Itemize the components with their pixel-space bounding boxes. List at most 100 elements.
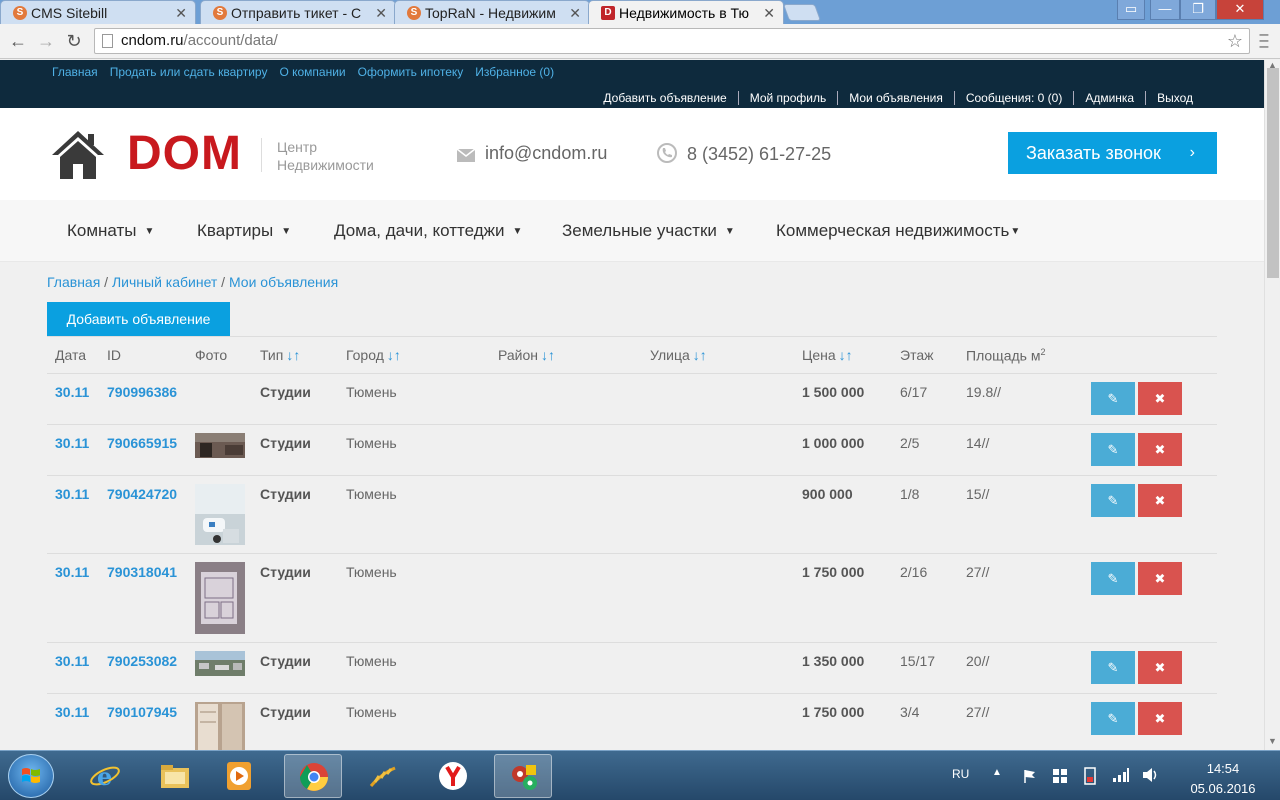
row-date[interactable]: 30.11 (55, 486, 89, 502)
listing-photo[interactable] (195, 433, 245, 458)
taskbar-chrome[interactable] (284, 754, 342, 798)
edit-button[interactable]: ✎ (1091, 651, 1135, 684)
listing-photo[interactable] (195, 702, 245, 750)
add-listing-button[interactable]: Добавить объявление (47, 302, 230, 336)
user-link-logout[interactable]: Выход (1145, 91, 1204, 105)
row-id[interactable]: 790318041 (107, 564, 177, 580)
delete-button[interactable]: ✖ (1138, 562, 1182, 595)
windows-update-icon[interactable] (1052, 768, 1068, 784)
row-city: Тюмень (346, 564, 397, 580)
taskbar-app-wheat[interactable] (354, 754, 412, 798)
taskbar-internet-explorer[interactable]: e (76, 754, 134, 798)
sitebill-favicon-icon: S (13, 6, 27, 20)
page-scrollbar[interactable]: ▲ ▼ (1264, 60, 1280, 750)
edit-button[interactable]: ✎ (1091, 702, 1135, 735)
column-header-date: Дата (55, 347, 87, 363)
user-link-add-listing[interactable]: Добавить объявление (592, 91, 737, 105)
delete-button[interactable]: ✖ (1138, 382, 1182, 415)
row-date[interactable]: 30.11 (55, 435, 89, 451)
sort-arrows-icon[interactable]: ↓↑ (839, 347, 853, 363)
row-id[interactable]: 790996386 (107, 384, 177, 400)
sort-arrows-icon[interactable]: ↓↑ (286, 347, 300, 363)
browser-tab[interactable]: S CMS Sitebill ✕ (0, 0, 196, 24)
browser-menu-icon[interactable]: – – – (1256, 27, 1272, 55)
listing-photo[interactable] (195, 651, 245, 676)
top-link-home[interactable]: Главная (52, 65, 98, 79)
user-link-my-listings[interactable]: Мои объявления (837, 91, 954, 105)
row-floor: 1/8 (900, 486, 920, 502)
top-link-favorites[interactable]: Избранное (0) (475, 65, 554, 79)
sort-arrows-icon[interactable]: ↓↑ (693, 347, 707, 363)
close-tab-icon[interactable]: ✕ (763, 1, 775, 24)
breadcrumb-home[interactable]: Главная (47, 274, 100, 290)
delete-button[interactable]: ✖ (1138, 433, 1182, 466)
row-date[interactable]: 30.11 (55, 384, 89, 400)
breadcrumb-account[interactable]: Личный кабинет (112, 274, 217, 290)
close-tab-icon[interactable]: ✕ (175, 1, 187, 24)
user-link-admin[interactable]: Админка (1073, 91, 1146, 105)
minimize-button[interactable]: — (1150, 0, 1180, 20)
address-bar[interactable]: cndom.ru/account/data/ ☆ (94, 28, 1250, 54)
order-call-button[interactable]: Заказать звонок › (1008, 132, 1217, 174)
close-window-button[interactable]: ✕ (1216, 0, 1264, 20)
battery-icon[interactable] (1082, 766, 1098, 786)
browser-tab[interactable]: S TopRaN - Недвижим ✕ (394, 0, 590, 24)
clock[interactable]: 14:54 05.06.2016 (1178, 759, 1268, 799)
bookmark-star-icon[interactable]: ☆ (1227, 29, 1243, 53)
top-link-mortgage[interactable]: Оформить ипотеку (358, 65, 464, 79)
row-date[interactable]: 30.11 (55, 704, 89, 720)
user-link-profile[interactable]: Мой профиль (737, 91, 838, 105)
edit-button[interactable]: ✎ (1091, 484, 1135, 517)
delete-button[interactable]: ✖ (1138, 484, 1182, 517)
volume-icon[interactable] (1142, 767, 1160, 783)
nav-item-houses[interactable]: Дома, дачи, коттеджи ▼ (334, 200, 522, 262)
edit-button[interactable]: ✎ (1091, 562, 1135, 595)
reload-icon[interactable]: ↻ (62, 29, 86, 53)
house-logo-icon[interactable] (52, 131, 104, 179)
row-date[interactable]: 30.11 (55, 564, 89, 580)
scroll-down-arrow-icon[interactable]: ▼ (1268, 736, 1277, 746)
browser-tab-active[interactable]: D Недвижимость в Тю ✕ (588, 0, 784, 24)
close-tab-icon[interactable]: ✕ (375, 1, 387, 24)
maximize-button[interactable]: ❐ (1180, 0, 1216, 20)
start-button[interactable] (8, 754, 54, 798)
nav-item-land[interactable]: Земельные участки ▼ (562, 200, 735, 262)
taskbar-settings-app[interactable] (494, 754, 552, 798)
nav-item-apartments[interactable]: Квартиры ▼ (197, 200, 291, 262)
taskbar-media-player[interactable] (210, 754, 268, 798)
row-id[interactable]: 790107945 (107, 704, 177, 720)
listing-photo[interactable] (195, 562, 245, 634)
row-date[interactable]: 30.11 (55, 653, 89, 669)
new-tab-button[interactable] (782, 4, 822, 21)
row-id[interactable]: 790253082 (107, 653, 177, 669)
taskbar-yandex[interactable] (424, 754, 482, 798)
logo-text[interactable]: DOM (127, 126, 242, 181)
listing-photo[interactable] (195, 484, 245, 545)
breadcrumb-my-listings[interactable]: Мои объявления (229, 274, 338, 290)
top-link-about[interactable]: О компании (279, 65, 345, 79)
email-text[interactable]: info@cndom.ru (485, 143, 607, 163)
user-profile-icon[interactable]: ▭ (1117, 0, 1145, 20)
language-indicator[interactable]: RU (952, 767, 969, 781)
top-link-sell[interactable]: Продать или сдать квартиру (110, 65, 268, 79)
sort-arrows-icon[interactable]: ↓↑ (387, 347, 401, 363)
edit-button[interactable]: ✎ (1091, 433, 1135, 466)
show-hidden-icons[interactable]: ▲ (992, 767, 1002, 778)
scrollbar-thumb[interactable] (1267, 68, 1279, 278)
row-id[interactable]: 790424720 (107, 486, 177, 502)
browser-tab[interactable]: S Отправить тикет - С ✕ (200, 0, 396, 24)
nav-item-rooms[interactable]: Комнаты ▼ (67, 200, 154, 262)
close-tab-icon[interactable]: ✕ (569, 1, 581, 24)
row-id[interactable]: 790665915 (107, 435, 177, 451)
nav-item-commercial[interactable]: Коммерческая недвижимость▼ (776, 200, 1020, 262)
action-center-flag-icon[interactable] (1022, 768, 1038, 784)
edit-button[interactable]: ✎ (1091, 382, 1135, 415)
forward-arrow-icon[interactable]: → (34, 29, 58, 53)
delete-button[interactable]: ✖ (1138, 651, 1182, 684)
network-signal-icon[interactable] (1112, 767, 1130, 783)
back-arrow-icon[interactable]: ← (6, 29, 30, 53)
taskbar-explorer[interactable] (146, 754, 204, 798)
sort-arrows-icon[interactable]: ↓↑ (541, 347, 555, 363)
user-link-messages[interactable]: Сообщения: 0 (0) (953, 91, 1074, 105)
delete-button[interactable]: ✖ (1138, 702, 1182, 735)
